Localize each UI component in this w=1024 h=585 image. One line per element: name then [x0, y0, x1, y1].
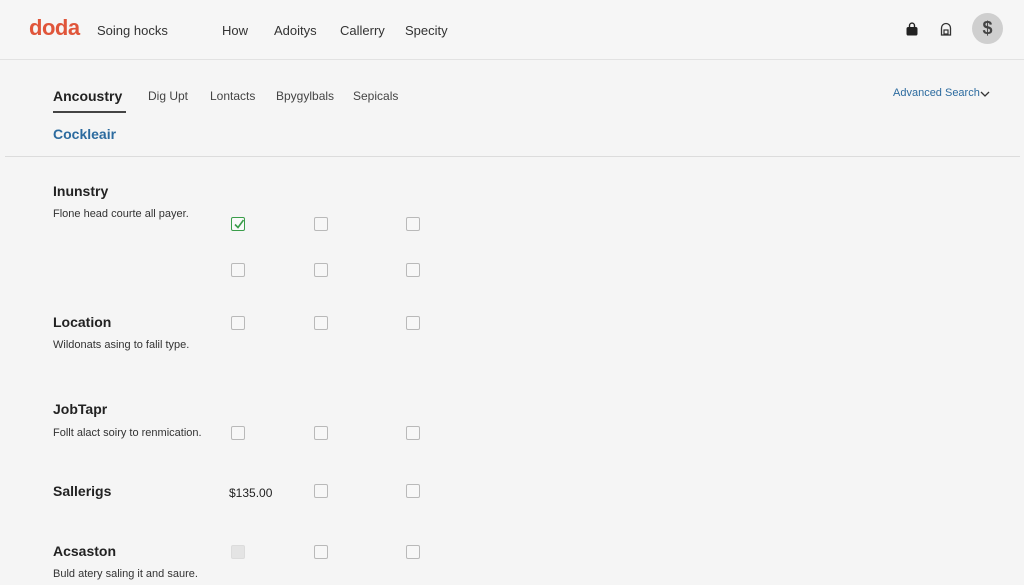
nav-item-how[interactable]: How	[222, 23, 248, 38]
section-title-inunstry: Inunstry	[53, 183, 109, 199]
bag-icon[interactable]	[905, 22, 919, 36]
tab-ancoustry[interactable]: Ancoustry	[53, 88, 122, 104]
checkbox-inunstry-2-2[interactable]	[314, 263, 328, 277]
active-tab-indicator	[53, 111, 126, 113]
checkbox-inunstry-2-1[interactable]	[231, 263, 245, 277]
checkbox-location-1[interactable]	[231, 316, 245, 330]
checkbox-location-3[interactable]	[406, 316, 420, 330]
salary-value: $135.00	[229, 486, 273, 500]
nav-item-adoitys[interactable]: Adoitys	[274, 23, 317, 38]
nav-item-callerry[interactable]: Callerry	[340, 23, 385, 38]
checkbox-sallerigs-1[interactable]	[314, 484, 328, 498]
checkbox-jobtapr-1[interactable]	[231, 426, 245, 440]
checkbox-jobtapr-3[interactable]	[406, 426, 420, 440]
chevron-down-icon[interactable]	[979, 87, 991, 99]
lock-icon[interactable]	[939, 22, 953, 36]
subheading: Cockleair	[53, 126, 117, 142]
divider	[5, 156, 1020, 157]
checkbox-inunstry-2-3[interactable]	[406, 263, 420, 277]
checkbox-inunstry-1-2[interactable]	[314, 217, 328, 231]
checkbox-location-2[interactable]	[314, 316, 328, 330]
top-navigation-bar: doda Soing hocks How Adoitys Callerry Sp…	[0, 0, 1024, 60]
checkbox-inunstry-1-3[interactable]	[406, 217, 420, 231]
tab-dig-upt[interactable]: Dig Upt	[148, 89, 188, 103]
tagline: Soing hocks	[97, 23, 168, 38]
checkbox-jobtapr-2[interactable]	[314, 426, 328, 440]
advanced-search-link[interactable]: Advanced Search	[893, 87, 980, 99]
checkbox-inunstry-1-1[interactable]	[231, 217, 245, 231]
section-desc-acsaston: Buld atery saling it and saure.	[53, 568, 198, 580]
section-title-jobtapr: JobTapr	[53, 401, 108, 417]
checkbox-acsaston-2[interactable]	[314, 545, 328, 559]
section-desc-location: Wildonats asing to falil type.	[53, 339, 190, 351]
logo[interactable]: doda	[29, 15, 80, 41]
section-title-acsaston: Acsaston	[53, 543, 117, 559]
tab-sepicals[interactable]: Sepicals	[353, 89, 398, 103]
checkbox-acsaston-1-disabled	[231, 545, 245, 559]
section-desc-inunstry: Flone head courte all payer.	[53, 208, 189, 220]
avatar[interactable]: $	[972, 13, 1003, 44]
tab-lontacts[interactable]: Lontacts	[210, 89, 255, 103]
section-desc-jobtapr: Follt alact soiry to renmication.	[53, 427, 202, 439]
nav-item-specity[interactable]: Specity	[405, 23, 448, 38]
section-title-location: Location	[53, 314, 112, 330]
checkbox-acsaston-3[interactable]	[406, 545, 420, 559]
tab-bpygylbals[interactable]: Bpygylbals	[276, 89, 334, 103]
checkbox-sallerigs-2[interactable]	[406, 484, 420, 498]
section-title-sallerigs: Sallerigs	[53, 483, 112, 499]
